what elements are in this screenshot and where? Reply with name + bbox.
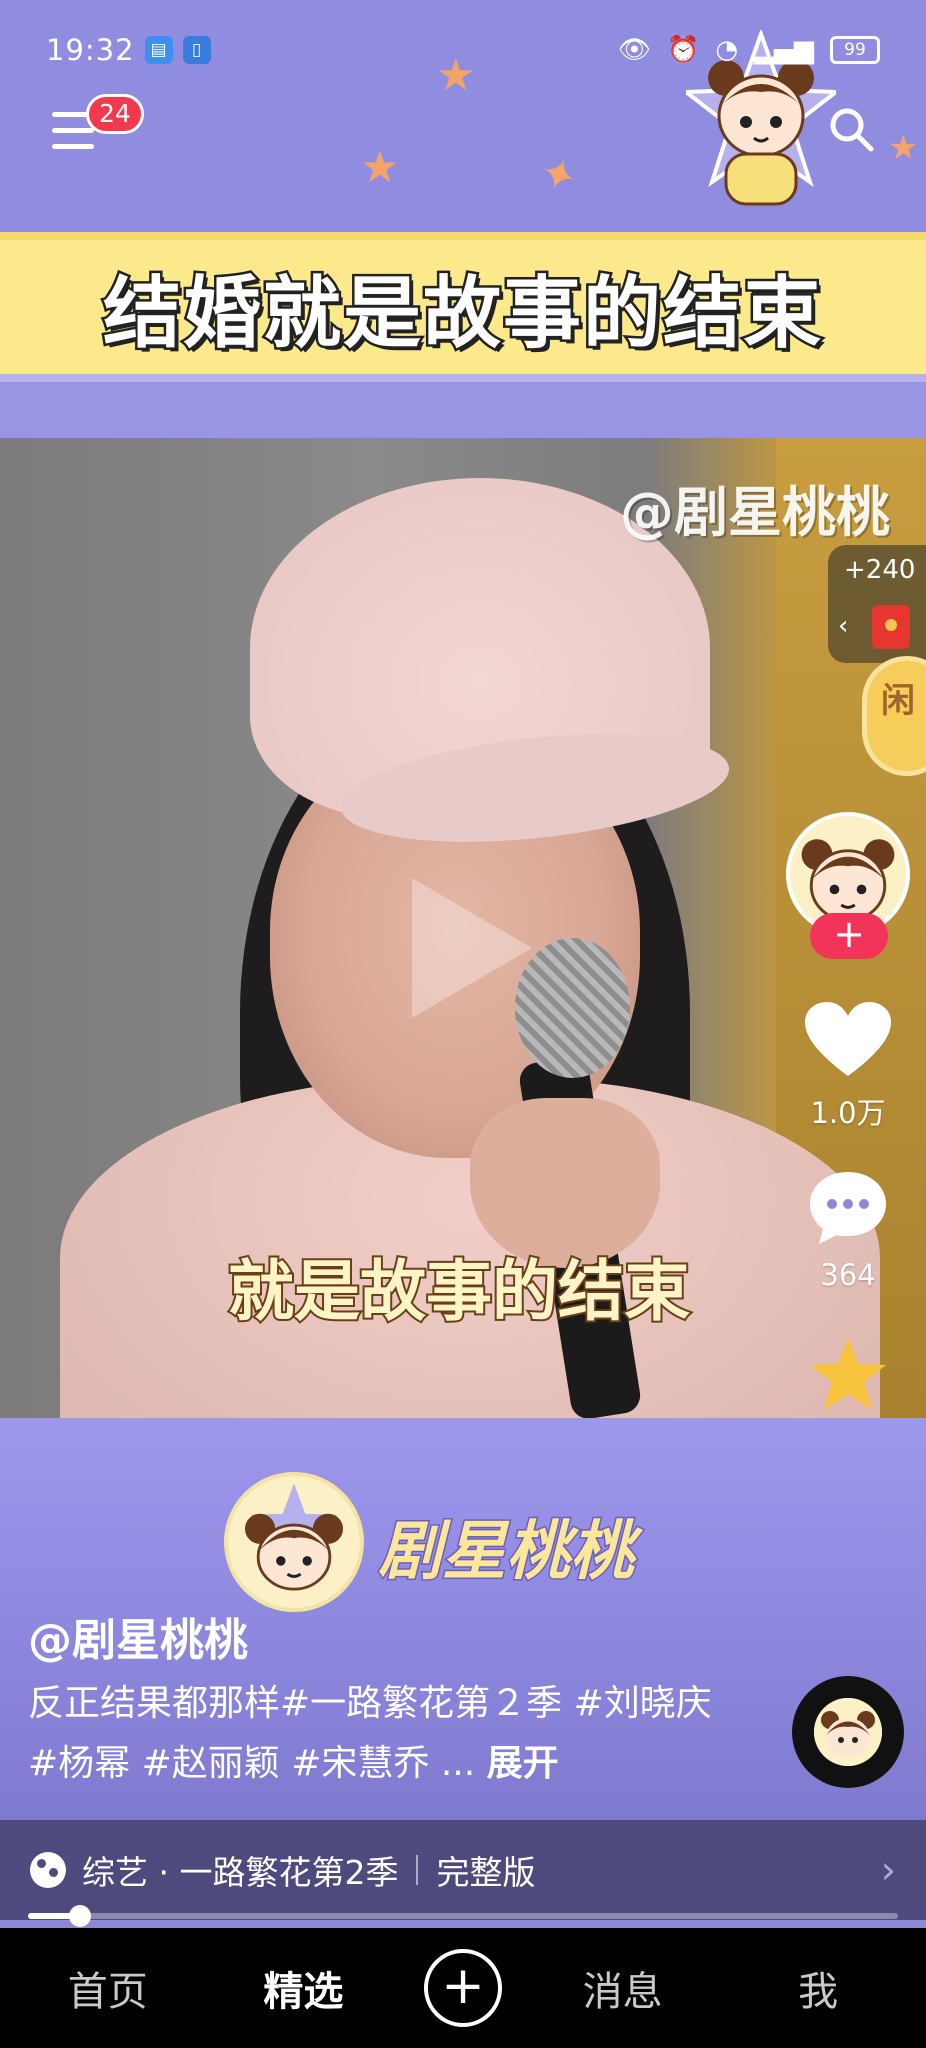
follow-button[interactable]: + [810, 913, 888, 959]
alarm-icon: ⏰ [666, 35, 700, 65]
music-disc-cover [814, 1698, 882, 1766]
progress-thumb[interactable] [69, 1905, 92, 1927]
caption-text: 反正结果都那样#一路繁花第２季 #刘晓庆 #杨幂 #赵丽颖 #宋慧乔 ... [28, 1683, 712, 1784]
video-progress-bar[interactable] [28, 1905, 898, 1927]
star-decoration: ★ [888, 128, 919, 168]
chevron-left-icon[interactable]: ‹ [838, 611, 848, 641]
notification-badge: 24 [86, 94, 144, 134]
banner-title-strip: 结婚就是故事的结束 [0, 232, 926, 382]
brand-avatar [224, 1472, 364, 1612]
series-reel-icon [30, 1852, 66, 1888]
banner-title: 结婚就是故事的结束 [100, 267, 823, 362]
microphone-head [515, 938, 630, 1078]
battery-indicator: 99 [830, 36, 880, 64]
comment-icon [810, 1172, 886, 1244]
like-button[interactable]: 1.0万 [793, 1000, 903, 1132]
series-full-version: 完整版 [436, 1853, 536, 1892]
author-name[interactable]: @剧星桃桃 [28, 1604, 248, 1668]
series-divider [416, 1855, 419, 1885]
star-decoration: ★ [360, 142, 400, 193]
video-subtitle: 就是故事的结束 [226, 1251, 692, 1332]
heart-icon [805, 1002, 891, 1076]
comment-count: 364 [820, 1258, 876, 1292]
tab-featured[interactable]: 精选 [228, 1959, 378, 2017]
tab-messages[interactable]: 消息 [548, 1959, 698, 2017]
chevron-right-icon[interactable]: › [881, 1848, 896, 1892]
status-bar: 19:32 ▤ ▯ 👁 ⏰ ◔ ▂▄▆ 99 [0, 0, 926, 100]
tab-home[interactable]: 首页 [33, 1959, 183, 2017]
eye-icon: 👁 [617, 35, 651, 65]
star-decoration: ✦ [532, 145, 585, 206]
disc-cover-illustration [814, 1698, 882, 1766]
star-icon [810, 1338, 886, 1410]
play-icon[interactable] [412, 878, 532, 1018]
tab-me[interactable]: 我 [743, 1959, 893, 2017]
reward-points: +240 [844, 555, 916, 585]
post-caption: 反正结果都那样#一路繁花第２季 #刘晓庆 #杨幂 #赵丽颖 #宋慧乔 ... 展… [28, 1674, 728, 1794]
leisure-badge[interactable]: 闲 [862, 656, 926, 776]
video-watermark: @剧星桃桃 [620, 481, 890, 544]
phone-app-icon: ▯ [182, 36, 211, 64]
like-count: 1.0万 [810, 1096, 886, 1130]
comment-button[interactable]: 364 [793, 1168, 903, 1292]
music-disc[interactable] [792, 1676, 904, 1788]
brand-name: 剧星桃桃 [377, 1514, 636, 1591]
banner-gap [0, 382, 926, 438]
series-title: 综艺 · 一路繁花第2季 [82, 1853, 399, 1892]
status-time: 19:32 [46, 33, 135, 67]
bottom-tab-bar: 首页 精选 + 消息 我 [0, 1928, 926, 2048]
red-envelope-icon [872, 605, 910, 649]
create-button[interactable]: + [423, 1949, 502, 2027]
series-bar[interactable]: 综艺 · 一路繁花第2季 完整版 › [0, 1820, 926, 1920]
signal-icon: ▂▄▆ [754, 35, 814, 65]
expand-link[interactable]: 展开 [487, 1743, 559, 1784]
video-player[interactable]: @剧星桃桃 就是故事的结束 [0, 438, 926, 1418]
brand-avatar-illustration [244, 1483, 344, 1591]
wifi-icon: ◔ [715, 35, 738, 65]
search-icon[interactable] [826, 104, 876, 154]
reader-app-icon: ▤ [144, 36, 173, 64]
reward-widget[interactable]: +240 ‹ [828, 545, 926, 663]
